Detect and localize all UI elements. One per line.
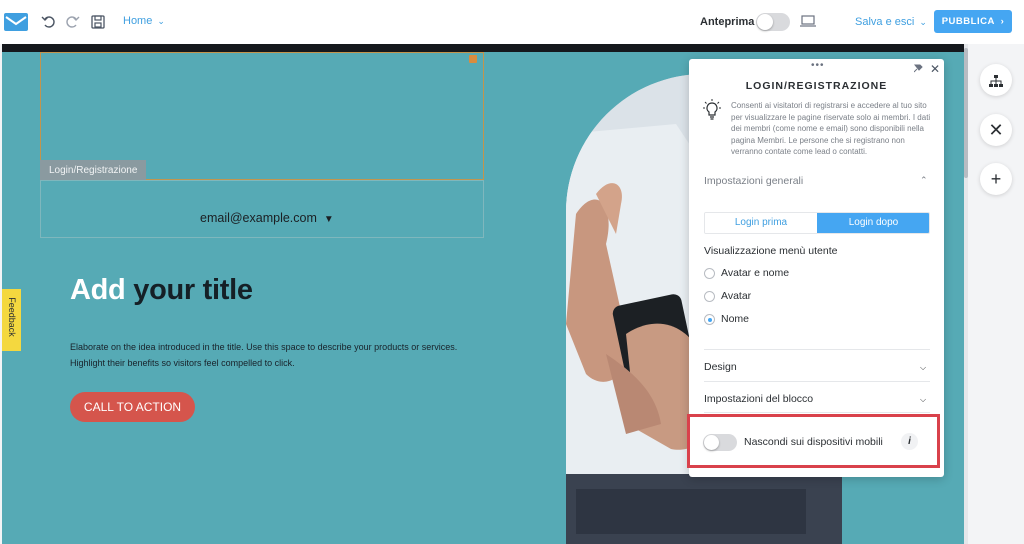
publish-button[interactable]: PUBBLICA › xyxy=(934,10,1012,33)
block-settings-section-header[interactable]: Impostazioni del blocco xyxy=(704,393,813,405)
radio-label: Avatar e nome xyxy=(721,267,790,279)
feedback-label: Feedback xyxy=(7,297,17,337)
hero-body[interactable]: Elaborate on the idea introduced in the … xyxy=(70,339,460,371)
cta-button[interactable]: CALL TO ACTION xyxy=(70,392,195,422)
radio-label: Avatar xyxy=(721,290,752,302)
radio-name[interactable] xyxy=(704,314,715,325)
panel-close-icon[interactable]: ✕ xyxy=(930,62,940,76)
redo-icon[interactable] xyxy=(64,14,80,30)
getresponse-logo-icon[interactable] xyxy=(4,13,28,31)
save-exit-label: Salva e esci xyxy=(855,16,915,28)
hero-body-line: Elaborate on the idea introduced in the … xyxy=(70,342,458,352)
chevron-down-icon: ⌄ xyxy=(157,16,165,26)
chevron-down-icon[interactable]: ⌵ xyxy=(920,363,926,373)
toggle-knob xyxy=(704,435,719,450)
divider xyxy=(704,381,930,382)
add-element-button[interactable]: + xyxy=(980,163,1012,195)
divider xyxy=(704,349,930,350)
undo-icon[interactable] xyxy=(41,14,57,30)
desktop-view-icon[interactable] xyxy=(799,14,817,28)
chevron-right-icon: › xyxy=(1000,16,1005,27)
login-mode-segmented: Login prima Login dopo xyxy=(704,212,930,234)
canvas-scrollbar-thumb[interactable] xyxy=(964,48,968,178)
radio-avatar-and-name[interactable] xyxy=(704,268,715,279)
block-settings-panel: ••• ✕ LOGIN/REGISTRAZIONE Consenti ai vi… xyxy=(687,59,944,477)
sitemap-button[interactable] xyxy=(980,64,1012,96)
chevron-up-icon[interactable]: ⌃ xyxy=(920,175,928,186)
user-menu-label: Visualizzazione menù utente xyxy=(704,245,838,257)
divider xyxy=(704,412,930,413)
selected-block-tag[interactable]: Login/Registrazione xyxy=(40,160,147,181)
chevron-down-icon[interactable]: ⌵ xyxy=(920,395,926,405)
tab-login-after[interactable]: Login dopo xyxy=(817,213,929,233)
tab-login-before[interactable]: Login prima xyxy=(705,213,817,233)
hide-on-mobile-label: Nascondi sui dispositivi mobili xyxy=(744,436,883,448)
preview-label: Anteprima xyxy=(700,16,755,28)
member-email: email@example.com xyxy=(200,211,317,225)
save-exit-button[interactable]: Salva e esci ⌄ xyxy=(855,16,927,28)
member-menu-area[interactable] xyxy=(40,180,484,238)
header-strip xyxy=(2,44,964,52)
member-menu[interactable]: email@example.com ▼ xyxy=(200,211,334,225)
page-selector[interactable]: Home ⌄ xyxy=(123,15,165,27)
page-selector-label: Home xyxy=(123,15,153,27)
feedback-tab[interactable]: Feedback xyxy=(2,289,21,351)
save-icon[interactable] xyxy=(90,14,106,30)
publish-label: PUBBLICA xyxy=(941,16,995,27)
info-icon[interactable]: i xyxy=(901,433,918,450)
general-settings-header[interactable]: Impostazioni generali xyxy=(704,175,803,187)
block-handle[interactable] xyxy=(469,55,477,63)
close-panel-button[interactable]: ✕ xyxy=(980,114,1012,146)
sitemap-icon xyxy=(989,75,1003,88)
hero-title[interactable]: Add your title xyxy=(70,274,253,307)
add-icon: + xyxy=(990,169,1002,189)
pin-icon[interactable] xyxy=(914,64,923,73)
hero-title-dark: your title xyxy=(133,274,253,306)
close-icon: ✕ xyxy=(988,120,1004,140)
hero-title-light: Add xyxy=(70,274,126,306)
toggle-knob xyxy=(757,14,773,30)
preview-toggle[interactable] xyxy=(756,13,790,31)
panel-description: Consenti ai visitatori di registrarsi e … xyxy=(731,101,931,156)
chevron-down-icon: ⌄ xyxy=(919,17,927,27)
top-toolbar: Home ⌄ Anteprima Salva e esci ⌄ PUBBLICA … xyxy=(0,0,1024,44)
lightbulb-icon xyxy=(703,99,721,120)
radio-label: Nome xyxy=(721,313,750,325)
drag-handle-icon[interactable]: ••• xyxy=(811,61,825,71)
design-section-header[interactable]: Design xyxy=(704,361,737,373)
caret-down-icon: ▼ xyxy=(323,214,334,225)
radio-avatar[interactable] xyxy=(704,291,715,302)
hide-on-mobile-toggle[interactable] xyxy=(703,434,737,451)
hero-body-line: Highlight their benefits so visitors fee… xyxy=(70,358,295,368)
panel-title: LOGIN/REGISTRAZIONE xyxy=(745,80,888,92)
